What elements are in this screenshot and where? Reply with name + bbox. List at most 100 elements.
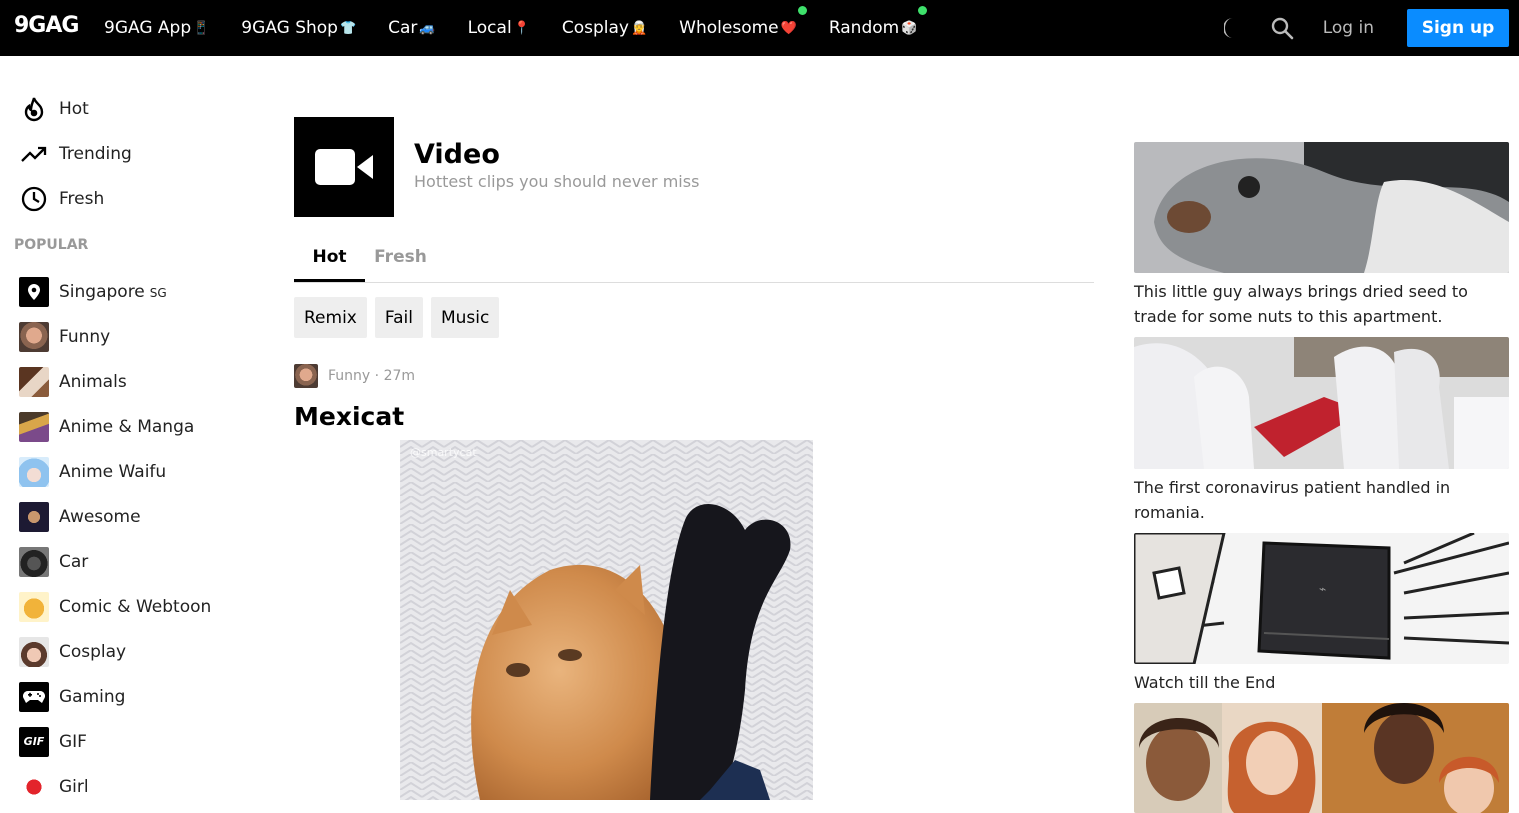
moon-icon: [1223, 18, 1233, 38]
sidebar-item-awesome[interactable]: Awesome: [0, 494, 260, 539]
anime-thumb-icon: [19, 411, 49, 442]
sidebar-item-cosplay[interactable]: Cosplay: [0, 629, 260, 674]
sidebar-item-label: Comic & Webtoon: [59, 596, 212, 617]
sidebar-item-singapore[interactable]: Singapore SG: [0, 269, 260, 314]
sidebar-item-label: Cosplay: [59, 641, 127, 662]
sidebar-item-anime-waifu[interactable]: Anime Waifu: [0, 449, 260, 494]
comic-thumb-icon: [19, 591, 49, 622]
sidebar-item-hot[interactable]: Hot: [0, 86, 260, 131]
post-section[interactable]: Funny: [328, 368, 370, 384]
featured-post-caption[interactable]: Watch till the End: [1134, 670, 1509, 695]
sidebar-item-anime-manga[interactable]: Anime & Manga: [0, 404, 260, 449]
girl-thumb-icon: [19, 771, 49, 802]
svg-text:⌁: ⌁: [1319, 582, 1326, 596]
right-featured-column: This little guy always brings dried seed…: [1134, 142, 1509, 813]
post-title[interactable]: Mexicat: [294, 402, 1094, 431]
sidebar-item-animals[interactable]: Animals: [0, 359, 260, 404]
sidebar-item-girl[interactable]: Girl: [0, 764, 260, 809]
new-dot-badge: [918, 6, 928, 15]
post-time: 27m: [383, 368, 416, 384]
nav-cosplay[interactable]: Cosplay 🧝: [562, 18, 647, 38]
login-link[interactable]: Log in: [1323, 18, 1374, 38]
top-nav: 9GAG App 📱 9GAG Shop 👕 Car 🚙 Local 📍 Cosplay…: [104, 0, 949, 56]
sidebar-item-label: Trending: [59, 143, 132, 164]
dark-mode-toggle[interactable]: [1221, 15, 1247, 41]
featured-post-caption[interactable]: The first coronavirus patient handled in…: [1134, 475, 1509, 525]
nav-label: Cosplay: [561, 18, 629, 38]
featured-post-image[interactable]: ⌁: [1134, 533, 1509, 664]
video-camera-icon: [294, 117, 394, 217]
nav-label: Random: [828, 18, 900, 38]
tab-hot[interactable]: Hot: [294, 245, 365, 282]
comic-console-image: ⌁: [1134, 533, 1509, 664]
sidebar-item-funny[interactable]: Funny: [0, 314, 260, 359]
tab-fresh[interactable]: Fresh: [365, 245, 436, 282]
post-meta: Funny · 27m: [294, 364, 1094, 388]
nav-label: 9GAG Shop: [241, 18, 338, 38]
nav-label: 9GAG App: [104, 18, 192, 38]
elf-emoji-icon: 🧝: [630, 20, 648, 36]
sidebar-item-comic-webtoon[interactable]: Comic & Webtoon: [0, 584, 260, 629]
fire-icon: [19, 94, 49, 124]
featured-post-image[interactable]: [1134, 337, 1509, 469]
pin-emoji-icon: 📍: [513, 20, 530, 36]
sidebar-item-fresh[interactable]: Fresh: [0, 176, 260, 221]
nav-label: Local: [467, 18, 512, 38]
phone-emoji-icon: 📱: [193, 20, 210, 36]
section-avatar[interactable]: [294, 364, 318, 388]
signup-button[interactable]: Sign up: [1407, 9, 1509, 47]
sidebar-item-label: Animals: [59, 371, 127, 392]
dice-emoji-icon: 🎲: [901, 20, 918, 36]
location-icon: [19, 276, 49, 307]
nav-label: Car: [388, 18, 418, 38]
nav-random[interactable]: Random 🎲: [828, 6, 928, 38]
car-thumb-icon: [19, 546, 49, 577]
chip-music[interactable]: Music: [430, 297, 500, 338]
hazmat-image: [1134, 337, 1509, 469]
video-watermark: @smartycat: [410, 446, 477, 459]
sidebar-item-label: Funny: [59, 326, 111, 347]
category-header: Video Hottest clips you should never mis…: [294, 117, 1094, 217]
search-button[interactable]: [1269, 15, 1295, 41]
sidebar-item-label: Singapore: [59, 281, 145, 302]
nav-wholesome[interactable]: Wholesome ❤️: [679, 6, 807, 38]
main-feed: Video Hottest clips you should never mis…: [294, 117, 1094, 800]
top-navbar: 9GAG 9GAG App 📱 9GAG Shop 👕 Car 🚙 Local 📍 Co…: [0, 0, 1519, 56]
nav-label: Wholesome: [679, 18, 779, 38]
sidebar-item-gaming[interactable]: Gaming: [0, 674, 260, 719]
funny-thumb-icon: [19, 321, 49, 352]
featured-post-image[interactable]: [1134, 703, 1509, 813]
nav-car[interactable]: Car 🚙: [388, 18, 435, 38]
featured-post-caption[interactable]: This little guy always brings dried seed…: [1134, 279, 1509, 329]
9gag-logo[interactable]: 9GAG: [14, 13, 79, 38]
car-emoji-icon: 🚙: [419, 20, 436, 36]
sidebar-item-label: Awesome: [59, 506, 141, 527]
category-subtitle: Hottest clips you should never miss: [414, 172, 700, 191]
featured-post-image[interactable]: [1134, 142, 1509, 273]
nav-local[interactable]: Local 📍: [468, 18, 530, 38]
waifu-thumb-icon: [19, 456, 49, 487]
nav-9gag-shop[interactable]: 9GAG Shop 👕: [241, 18, 356, 38]
meta-separator: ·: [370, 368, 384, 384]
awesome-thumb-icon: [19, 501, 49, 532]
post-video[interactable]: @smartycat: [400, 440, 813, 800]
sidebar-item-gif[interactable]: GIF GIF: [0, 719, 260, 764]
nav-9gag-app[interactable]: 9GAG App 📱: [104, 18, 209, 38]
sidebar-item-trending[interactable]: Trending: [0, 131, 260, 176]
tag-chips: Remix Fail Music: [294, 297, 1094, 338]
popular-section-label: POPULAR: [14, 237, 89, 253]
cat-video-frame: @smartycat: [400, 440, 813, 800]
clock-icon: [19, 184, 49, 214]
chip-remix[interactable]: Remix: [294, 297, 367, 338]
cosplay-thumb-icon: [19, 636, 49, 667]
sidebar-item-car[interactable]: Car: [0, 539, 260, 584]
sidebar-item-label: Anime & Manga: [59, 416, 195, 437]
trending-icon: [19, 139, 49, 169]
sidebar-item-label: Anime Waifu: [59, 461, 167, 482]
heart-emoji-icon: ❤️: [780, 20, 797, 36]
country-code: SG: [149, 285, 167, 300]
sidebar-item-label: Hot: [59, 98, 89, 119]
sidebar-item-label: GIF: [59, 731, 87, 752]
chip-fail[interactable]: Fail: [374, 297, 423, 338]
feed-tabs: Hot Fresh: [294, 245, 1094, 283]
